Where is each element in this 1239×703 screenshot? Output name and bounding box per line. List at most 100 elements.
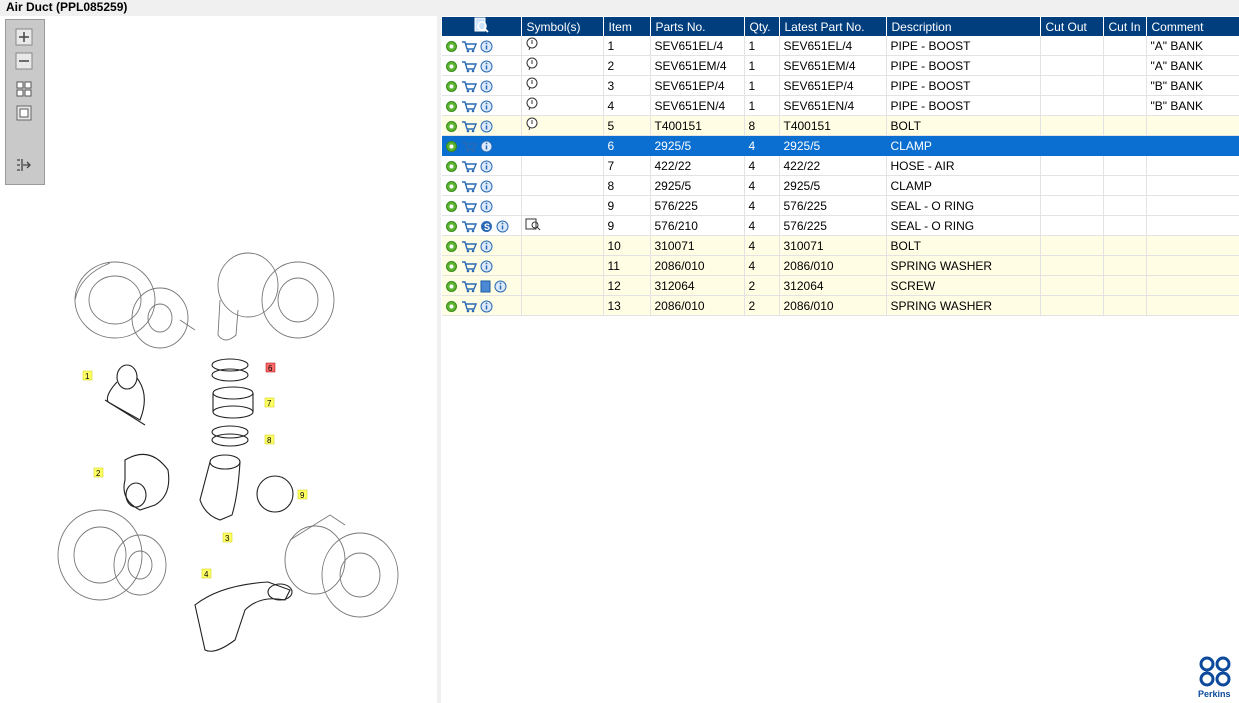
cut-in-cell[interactable] (1103, 36, 1147, 56)
description-cell[interactable]: PIPE - BOOST (886, 95, 1041, 116)
cut-out-cell[interactable] (1040, 295, 1104, 316)
actual-size-icon[interactable] (15, 104, 33, 122)
row-tools-cell[interactable] (442, 195, 522, 216)
symbol-cell[interactable] (521, 235, 604, 256)
part-number-cell[interactable]: SEV651EM/4 (650, 55, 745, 76)
latest-part-number-cell[interactable]: 2086/010 (779, 295, 887, 316)
part-number-cell[interactable]: 2925/5 (650, 175, 745, 196)
table-row[interactable]: 6 2925/5 4 2925/5 CLAMP (442, 135, 1239, 156)
cut-out-cell[interactable] (1040, 175, 1104, 196)
cart-icon[interactable] (461, 240, 477, 253)
qty-cell[interactable]: 1 (744, 36, 780, 56)
description-cell[interactable]: SPRING WASHER (886, 255, 1041, 276)
comment-cell[interactable] (1146, 255, 1239, 276)
description-cell[interactable]: CLAMP (886, 175, 1041, 196)
symbol-cell[interactable] (521, 75, 604, 96)
cut-out-cell[interactable] (1040, 36, 1104, 56)
callout-3[interactable]: 3 (222, 532, 233, 543)
latest-part-number-cell[interactable]: 422/22 (779, 155, 887, 176)
info-icon[interactable] (480, 120, 493, 133)
info-icon[interactable] (480, 260, 493, 273)
qty-cell[interactable]: 8 (744, 115, 780, 136)
column-header-cut-in[interactable]: Cut In (1103, 17, 1147, 36)
cut-in-cell[interactable] (1103, 95, 1147, 116)
symbol-cell[interactable] (521, 155, 604, 176)
table-row[interactable]: 12 312064 2 312064 SCREW (442, 275, 1239, 296)
gear-icon[interactable] (445, 260, 458, 273)
table-row[interactable]: 1 SEV651EL/4 1 SEV651EL/4 PIPE - BOOST "A" BA… (442, 36, 1239, 56)
description-cell[interactable]: SEAL - O RING (886, 195, 1041, 216)
qty-cell[interactable]: 4 (744, 135, 780, 156)
item-cell[interactable]: 1 (603, 36, 651, 56)
latest-part-number-cell[interactable]: 2925/5 (779, 175, 887, 196)
cart-icon[interactable] (461, 100, 477, 113)
qty-cell[interactable]: 4 (744, 175, 780, 196)
table-row[interactable]: 13 2086/010 2 2086/010 SPRING WASHER (442, 295, 1239, 316)
next-illustration-icon[interactable] (15, 156, 33, 174)
part-number-cell[interactable]: 2086/010 (650, 255, 745, 276)
part-number-cell[interactable]: SEV651EN/4 (650, 95, 745, 116)
gear-icon[interactable] (445, 300, 458, 313)
fit-to-window-icon[interactable] (15, 80, 33, 98)
column-header-cut-out[interactable]: Cut Out (1040, 17, 1104, 36)
gear-icon[interactable] (445, 180, 458, 193)
gear-icon[interactable] (445, 60, 458, 73)
cut-in-cell[interactable] (1103, 255, 1147, 276)
comment-cell[interactable]: "A" BANK (1146, 36, 1239, 56)
comment-cell[interactable]: "B" BANK (1146, 95, 1239, 116)
comment-cell[interactable] (1146, 155, 1239, 176)
description-cell[interactable]: SPRING WASHER (886, 295, 1041, 316)
comment-cell[interactable]: "A" BANK (1146, 55, 1239, 76)
info-icon[interactable] (480, 80, 493, 93)
info-icon[interactable] (480, 40, 493, 53)
qty-cell[interactable]: 1 (744, 75, 780, 96)
column-header-latest-part-no[interactable]: Latest Part No. (779, 17, 887, 36)
item-cell[interactable]: 2 (603, 55, 651, 76)
gear-icon[interactable] (445, 200, 458, 213)
qty-cell[interactable]: 1 (744, 55, 780, 76)
cut-out-cell[interactable] (1040, 135, 1104, 156)
cart-icon[interactable] (461, 160, 477, 173)
table-row[interactable]: 3 SEV651EP/4 1 SEV651EP/4 PIPE - BOOST "B" BA… (442, 75, 1239, 96)
item-cell[interactable]: 13 (603, 295, 651, 316)
item-cell[interactable]: 8 (603, 175, 651, 196)
symbol-cell[interactable] (521, 115, 604, 136)
part-number-cell[interactable]: 310071 (650, 235, 745, 256)
cart-icon[interactable] (461, 140, 477, 153)
info-icon[interactable] (480, 60, 493, 73)
part-number-cell[interactable]: SEV651EP/4 (650, 75, 745, 96)
cut-out-cell[interactable] (1040, 75, 1104, 96)
item-cell[interactable]: 9 (603, 215, 651, 236)
find-in-illustration-icon[interactable] (473, 17, 489, 33)
cut-out-cell[interactable] (1040, 195, 1104, 216)
row-tools-cell[interactable] (442, 95, 522, 116)
part-number-cell[interactable]: 422/22 (650, 155, 745, 176)
symbol-cell[interactable] (521, 215, 604, 236)
description-cell[interactable]: BOLT (886, 235, 1041, 256)
table-row[interactable]: 9 576/225 4 576/225 SEAL - O RING (442, 195, 1239, 216)
qty-cell[interactable]: 4 (744, 235, 780, 256)
description-cell[interactable]: BOLT (886, 115, 1041, 136)
row-tools-cell[interactable] (442, 115, 522, 136)
callout-4[interactable]: 4 (201, 568, 212, 579)
comment-cell[interactable] (1146, 215, 1239, 236)
cart-icon[interactable] (461, 200, 477, 213)
info-icon[interactable] (480, 180, 493, 193)
callout-1[interactable]: 1 (82, 370, 93, 381)
row-tools-cell[interactable] (442, 275, 522, 296)
row-tools-cell[interactable] (442, 235, 522, 256)
item-cell[interactable]: 7 (603, 155, 651, 176)
table-row[interactable]: 10 310071 4 310071 BOLT (442, 235, 1239, 256)
column-header-item[interactable]: Item (603, 17, 651, 36)
latest-part-number-cell[interactable]: 2925/5 (779, 135, 887, 156)
table-row[interactable]: 4 SEV651EN/4 1 SEV651EN/4 PIPE - BOOST "B" BA… (442, 95, 1239, 116)
cut-in-cell[interactable] (1103, 295, 1147, 316)
part-number-cell[interactable]: 312064 (650, 275, 745, 296)
description-cell[interactable]: PIPE - BOOST (886, 75, 1041, 96)
qty-cell[interactable]: 4 (744, 195, 780, 216)
latest-part-number-cell[interactable]: 576/225 (779, 215, 887, 236)
qty-cell[interactable]: 1 (744, 95, 780, 116)
item-cell[interactable]: 4 (603, 95, 651, 116)
comment-cell[interactable] (1146, 295, 1239, 316)
qty-cell[interactable]: 2 (744, 275, 780, 296)
